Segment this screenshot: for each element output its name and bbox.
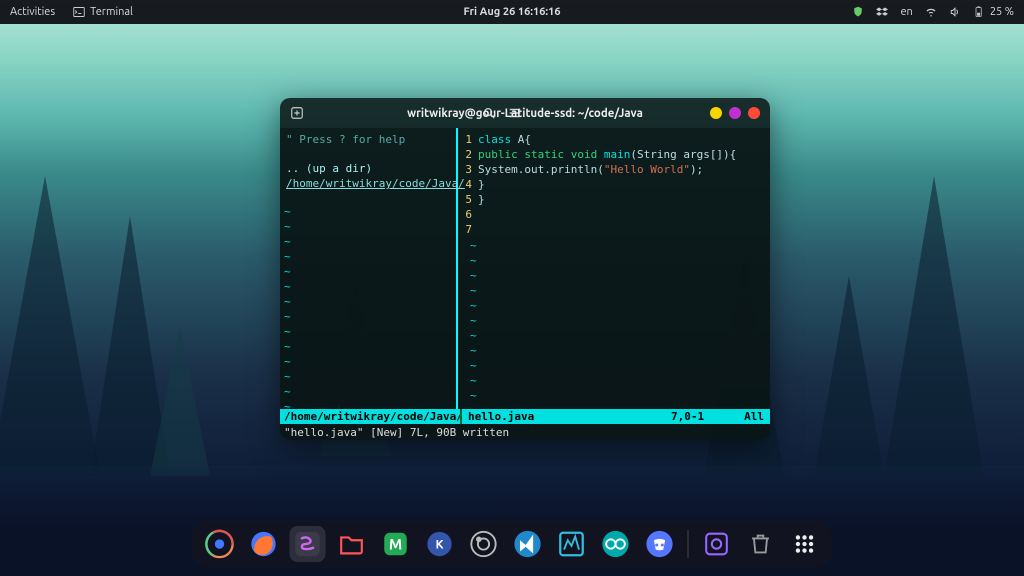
wifi-icon[interactable] (925, 6, 937, 18)
dock-app-vscode[interactable] (510, 526, 546, 562)
dropbox-icon[interactable] (876, 6, 888, 18)
clock[interactable]: Fri Aug 26 16:16:16 (463, 6, 560, 18)
status-left-path: /home/writwikray/code/Java/ (280, 410, 460, 423)
dock-app-firefox[interactable] (246, 526, 282, 562)
battery-icon (973, 6, 985, 18)
empty-line-markers: ~~~~~~~~~~~~~~ (284, 204, 291, 414)
editor-pane[interactable]: 1class A{2public static void main(String… (458, 128, 770, 409)
maximize-button[interactable] (729, 107, 741, 119)
line-number: 3 (458, 162, 478, 177)
line-number: 5 (458, 192, 478, 207)
dock-app-emacs[interactable] (290, 526, 326, 562)
svg-text:M: M (389, 536, 402, 553)
netrw-pane[interactable]: " Press ? for help .. (up a dir) /home/w… (280, 128, 458, 409)
line-number: 4 (458, 177, 478, 192)
language-indicator[interactable]: en (900, 6, 912, 18)
status-scroll: All (744, 410, 764, 423)
dock-show-apps[interactable] (787, 526, 823, 562)
netrw-updir[interactable]: .. (up a dir) (286, 161, 450, 176)
terminal-icon (73, 6, 85, 18)
shield-icon[interactable] (852, 6, 864, 18)
gnome-topbar: Activities Terminal Fri Aug 26 16:16:16 … (0, 0, 1024, 24)
code-line[interactable]: 1class A{ (458, 132, 770, 147)
empty-line-markers: ~~~~~~~~~~~ (470, 238, 477, 403)
wallpaper-tree (150, 326, 210, 476)
vim-statusline: /home/writwikray/code/Java/ hello.java 7… (280, 409, 770, 424)
app-menu[interactable]: Terminal (73, 6, 133, 18)
code-line[interactable]: 5} (458, 192, 770, 207)
terminal-titlebar[interactable]: writwikray@gour-Latitude-ssd: ~/code/Jav… (280, 98, 770, 128)
code-text: System.out.println("Hello World"); (478, 162, 703, 177)
dock-app-discord[interactable] (642, 526, 678, 562)
dock-trash[interactable] (743, 526, 779, 562)
wallpaper-tree (884, 176, 984, 476)
volume-icon[interactable] (949, 6, 961, 18)
dock-app-chrome[interactable] (202, 526, 238, 562)
vim-message: "hello.java" [New] 7L, 90B written (280, 424, 770, 440)
dock-app-obs[interactable] (466, 526, 502, 562)
dock: M K (192, 520, 833, 568)
line-number: 1 (458, 132, 478, 147)
code-line[interactable]: 3System.out.println("Hello World"); (458, 162, 770, 177)
code-text: public static void main(String args[]){ (478, 147, 736, 162)
svg-text:K: K (435, 539, 443, 552)
dock-separator (688, 530, 689, 558)
code-content[interactable]: 1class A{2public static void main(String… (458, 132, 770, 237)
status-filename: hello.java (468, 410, 534, 423)
code-text: } (478, 177, 485, 192)
code-text: class A{ (478, 132, 531, 147)
line-number: 7 (458, 222, 478, 237)
code-line[interactable]: 2public static void main(String args[]){ (458, 147, 770, 162)
code-line[interactable]: 6 (458, 207, 770, 222)
app-menu-label: Terminal (90, 6, 133, 18)
close-button[interactable] (748, 107, 760, 119)
code-text: } (478, 192, 485, 207)
netrw-cwd[interactable]: /home/writwikray/code/Java/ (286, 176, 450, 191)
activities-button[interactable]: Activities (10, 6, 55, 18)
wallpaper-tree (814, 276, 884, 476)
dock-app-kdenlive[interactable]: K (422, 526, 458, 562)
battery-indicator[interactable]: 25 % (973, 6, 1014, 18)
dock-app-arduino[interactable] (598, 526, 634, 562)
line-number: 2 (458, 147, 478, 162)
code-line[interactable]: 4} (458, 177, 770, 192)
line-number: 6 (458, 207, 478, 222)
dock-app-mail[interactable]: M (378, 526, 414, 562)
netrw-help-hint: " Press ? for help (286, 132, 450, 147)
new-tab-icon[interactable] (290, 106, 304, 120)
terminal-window[interactable]: writwikray@gour-Latitude-ssd: ~/code/Jav… (280, 98, 770, 440)
wallpaper-tree (0, 176, 100, 476)
dock-app-screenshot[interactable] (699, 526, 735, 562)
dock-app-files[interactable] (334, 526, 370, 562)
code-line[interactable]: 7 (458, 222, 770, 237)
minimize-button[interactable] (710, 107, 722, 119)
terminal-title: writwikray@gour-Latitude-ssd: ~/code/Jav… (407, 107, 643, 120)
dock-app-matlab[interactable] (554, 526, 590, 562)
battery-percent: 25 % (990, 6, 1014, 18)
status-position: 7,0-1 (671, 410, 704, 423)
terminal-body[interactable]: " Press ? for help .. (up a dir) /home/w… (280, 128, 770, 409)
